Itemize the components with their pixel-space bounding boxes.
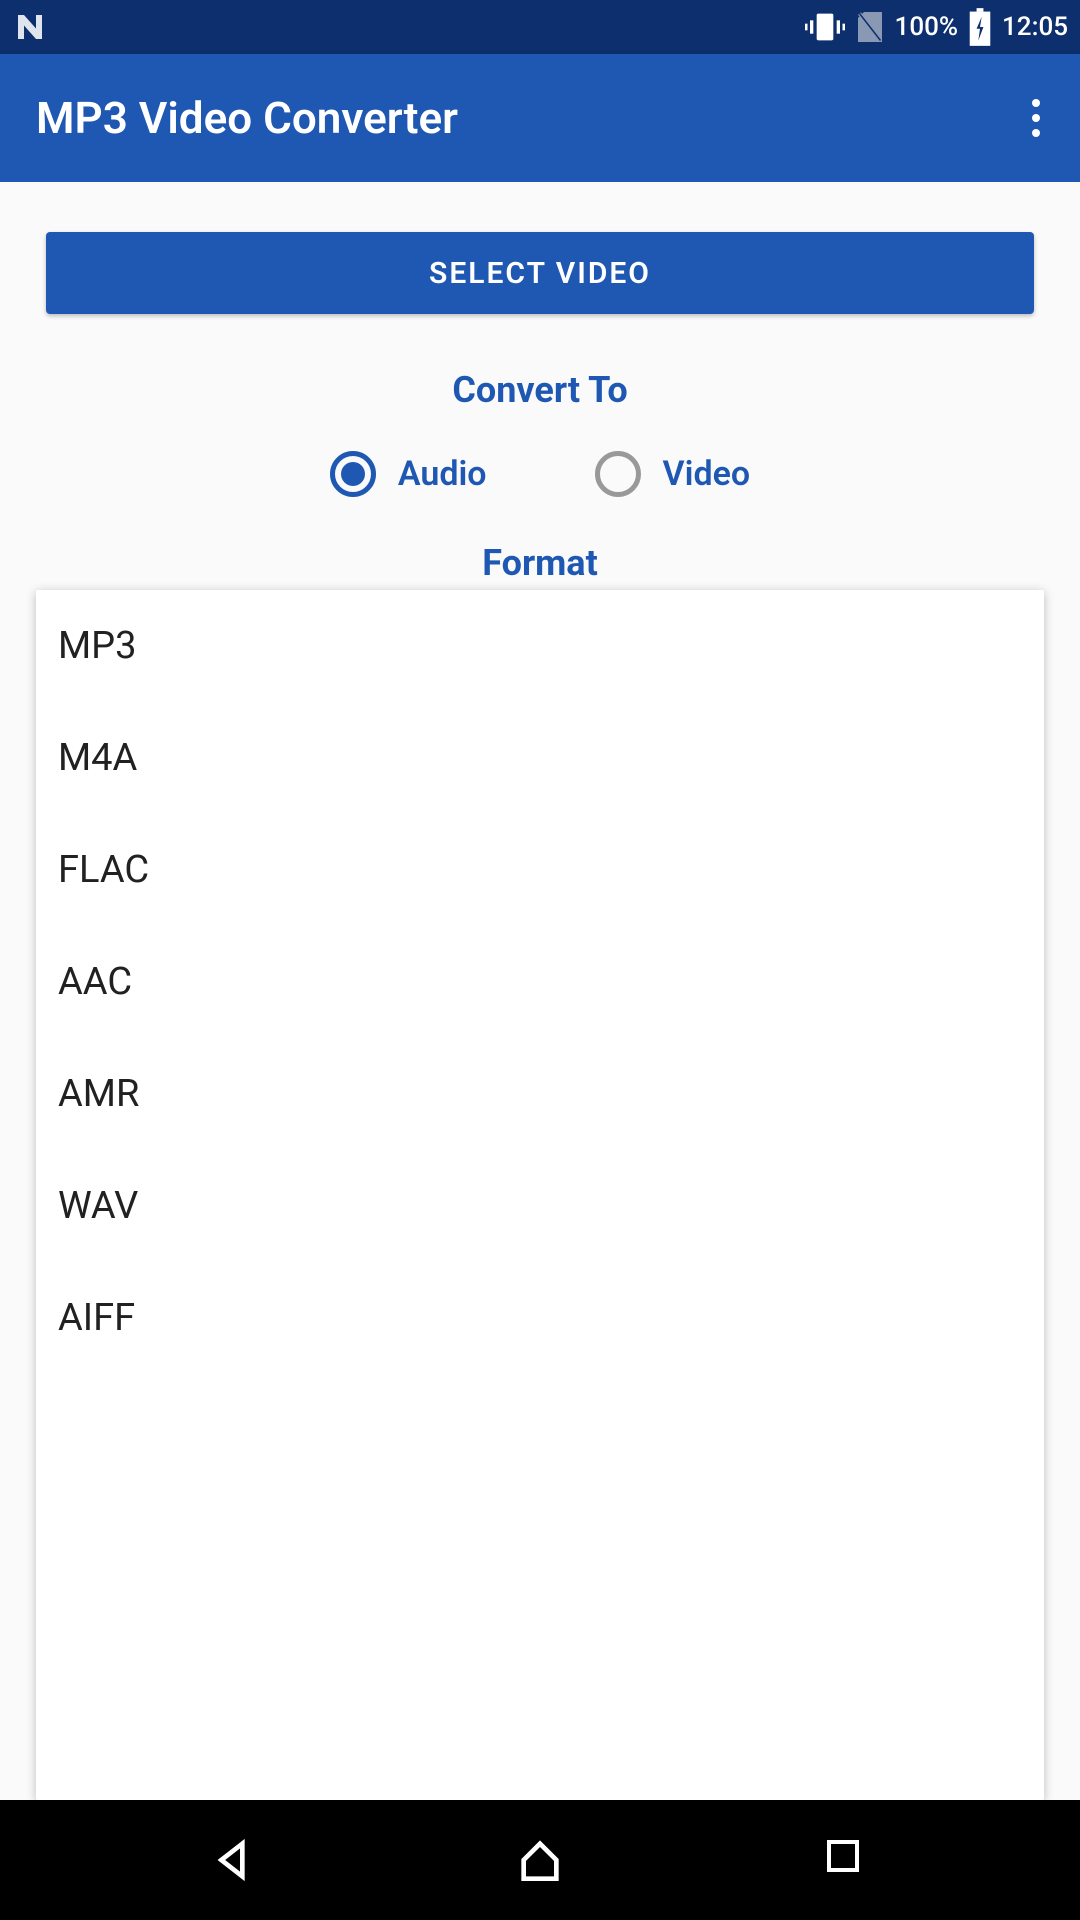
list-item[interactable]: AAC <box>36 926 1044 1038</box>
status-right: 100% 12:05 <box>805 7 1068 47</box>
radio-audio-label: Audio <box>398 454 487 494</box>
back-icon[interactable] <box>205 1832 261 1888</box>
clock: 12:05 <box>1002 12 1068 42</box>
no-sim-icon <box>855 9 885 45</box>
radio-video[interactable]: Video <box>595 451 751 497</box>
status-left <box>12 9 48 45</box>
app-bar: MP3 Video Converter <box>0 54 1080 182</box>
radio-video-label: Video <box>663 454 751 494</box>
more-options-icon[interactable] <box>1012 94 1060 142</box>
app-title: MP3 Video Converter <box>36 92 458 144</box>
n-logo-icon <box>12 9 48 45</box>
recents-icon[interactable] <box>819 1832 875 1888</box>
list-item[interactable]: AMR <box>36 1038 1044 1150</box>
format-label: Format <box>46 542 1034 584</box>
radio-unselected-icon <box>595 451 641 497</box>
vibrate-icon <box>805 7 845 47</box>
convert-to-radio-group: Audio Video <box>46 451 1034 497</box>
radio-selected-icon <box>330 451 376 497</box>
list-item[interactable]: FLAC <box>36 814 1044 926</box>
status-bar: 100% 12:05 <box>0 0 1080 54</box>
format-dropdown-list: MP3 M4A FLAC AAC AMR WAV AIFF <box>36 590 1044 1800</box>
list-item[interactable]: AIFF <box>36 1262 1044 1374</box>
home-icon[interactable] <box>512 1832 568 1888</box>
list-item[interactable]: MP3 <box>36 590 1044 702</box>
select-video-button[interactable]: SELECT VIDEO <box>46 232 1034 314</box>
convert-to-label: Convert To <box>46 369 1034 411</box>
content-area: SELECT VIDEO Convert To Audio Video Form… <box>0 182 1080 1800</box>
list-item[interactable]: WAV <box>36 1150 1044 1262</box>
battery-percent: 100% <box>895 12 958 42</box>
radio-audio[interactable]: Audio <box>330 451 487 497</box>
list-item[interactable]: M4A <box>36 702 1044 814</box>
navigation-bar <box>0 1800 1080 1920</box>
battery-charging-icon <box>968 8 992 46</box>
